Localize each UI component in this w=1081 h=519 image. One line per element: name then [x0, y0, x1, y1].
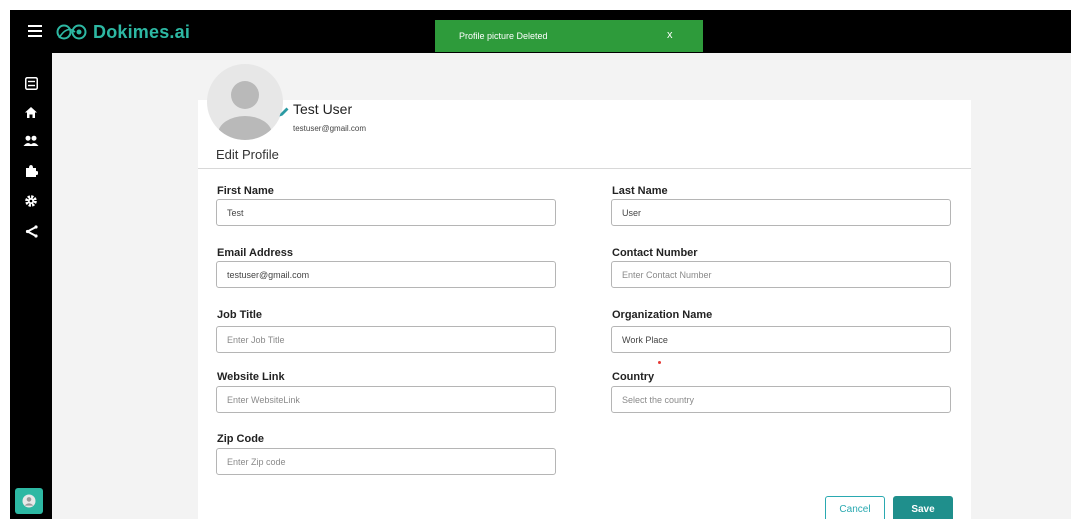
website-input[interactable]	[216, 386, 556, 413]
profile-email: testuser@gmail.com	[293, 124, 367, 133]
users-icon[interactable]	[23, 133, 39, 149]
job-title-input[interactable]	[216, 326, 556, 353]
edit-profile-heading: Edit Profile	[216, 147, 279, 162]
toast-notification: Profile picture Deleted x	[435, 20, 703, 52]
first-name-label: First Name	[217, 185, 274, 197]
share-icon[interactable]	[23, 223, 39, 239]
country-select[interactable]	[611, 386, 951, 413]
puzzle-icon[interactable]	[23, 163, 39, 179]
section-divider	[198, 168, 971, 169]
top-bar: Dokimes.ai Profile picture Deleted x	[10, 10, 1071, 53]
contact-number-input[interactable]	[611, 261, 951, 288]
email-input[interactable]	[216, 261, 556, 288]
profile-avatar[interactable]	[207, 64, 283, 140]
first-name-input[interactable]	[216, 199, 556, 226]
website-label: Website Link	[217, 371, 285, 383]
zip-code-input[interactable]	[216, 448, 556, 475]
app-name: Dokimes.ai	[93, 21, 191, 42]
menu-icon[interactable]	[28, 25, 42, 37]
logo-icon	[56, 24, 87, 40]
country-label: Country	[612, 371, 655, 383]
job-title-label: Job Title	[217, 309, 263, 321]
profile-name: Test User	[293, 101, 353, 117]
last-name-label: Last Name	[612, 185, 668, 197]
required-indicator	[658, 361, 661, 364]
organization-label: Organization Name	[612, 309, 713, 321]
home-icon[interactable]	[23, 104, 39, 120]
user-avatar-icon[interactable]	[15, 488, 43, 514]
app-logo[interactable]: Dokimes.ai	[55, 20, 190, 44]
cancel-button[interactable]: Cancel	[825, 496, 885, 519]
app-frame: Dokimes.ai Profile picture Deleted x Tes…	[10, 10, 1071, 519]
organization-input[interactable]	[611, 326, 951, 353]
toast-close-button[interactable]: x	[667, 29, 673, 41]
sidebar	[10, 53, 52, 519]
edit-avatar-pencil-icon[interactable]	[278, 106, 290, 118]
contact-number-label: Contact Number	[612, 247, 698, 259]
toast-message: Profile picture Deleted	[459, 31, 548, 41]
zip-code-label: Zip Code	[217, 433, 265, 445]
last-name-input[interactable]	[611, 199, 951, 226]
dashboard-icon[interactable]	[23, 75, 39, 91]
email-label: Email Address	[217, 247, 294, 259]
gear-icon[interactable]	[23, 193, 39, 209]
save-button[interactable]: Save	[893, 496, 953, 519]
